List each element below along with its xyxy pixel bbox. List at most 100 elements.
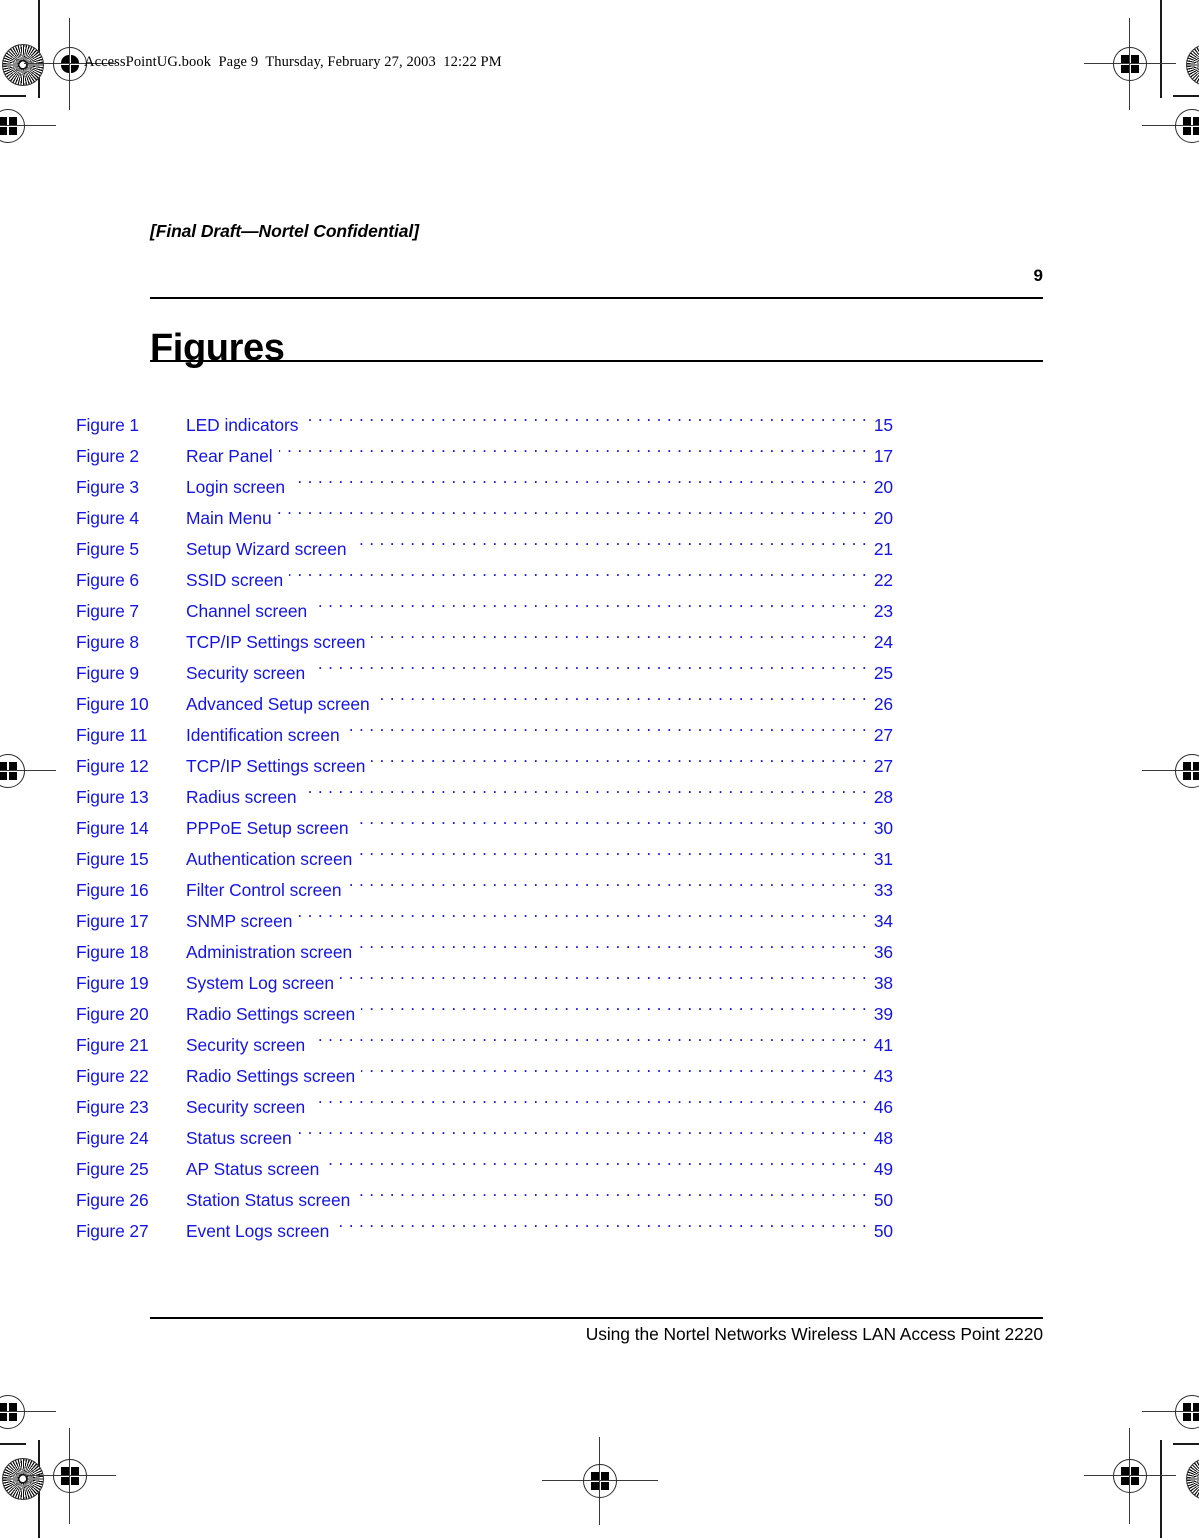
toc-entry-title: Security screen: [186, 1035, 306, 1055]
trim-line-left-bottom: [38, 1440, 40, 1538]
toc-entry-page-number: 21: [873, 539, 893, 559]
trim-tick-right-upper: [1173, 95, 1199, 97]
toc-entry-page-number: 50: [873, 1190, 893, 1210]
toc-entry-label: Figure 12: [76, 756, 149, 776]
toc-dot-leader: [358, 834, 867, 865]
toc-entry-page-number: 36: [873, 942, 893, 962]
toc-dot-leader: [325, 1144, 867, 1175]
toc-entry-title: Status screen: [186, 1128, 292, 1148]
toc-entry-page-number: 27: [873, 725, 893, 745]
toc-entry-page-number: 27: [873, 756, 893, 776]
toc-dot-leader: [340, 958, 867, 989]
toc-entry-page-number: 17: [873, 446, 893, 466]
toc-dot-leader: [291, 462, 867, 493]
toc-entry-label: Figure 24: [76, 1128, 149, 1148]
toc-dot-leader: [311, 1020, 867, 1051]
toc-entry-label: Figure 18: [76, 942, 149, 962]
color-rosette-icon: [1186, 1458, 1199, 1500]
footer-rule: [150, 1317, 1043, 1319]
registration-target-icon: [1084, 18, 1176, 110]
toc-entry-label: Figure 14: [76, 818, 149, 838]
toc-entry-page-number: 25: [873, 663, 893, 683]
toc-entry-page-number: 28: [873, 787, 893, 807]
toc-dot-leader: [313, 586, 867, 617]
toc-entry-label: Figure 1: [76, 415, 139, 435]
toc-entry-title: Administration screen: [186, 942, 353, 962]
toc-dot-leader: [298, 896, 867, 927]
toc-entry-label: Figure 5: [76, 539, 139, 559]
trim-tick-right-lower: [1173, 1443, 1199, 1445]
header-rule-bottom: [150, 360, 1043, 362]
toc-entry-page-number: 15: [873, 415, 893, 435]
color-rosette-icon: [2, 44, 44, 86]
toc-dot-leader: [356, 1175, 867, 1206]
registration-target-icon: [1142, 745, 1199, 797]
toc-entry-page-number: 20: [873, 477, 893, 497]
toc-entry-label: Figure 11: [76, 725, 148, 745]
footer-title: Using the Nortel Networks Wireless LAN A…: [585, 1324, 1043, 1344]
toc-entry-page-number: 38: [873, 973, 893, 993]
registration-target-icon: [0, 100, 56, 152]
toc-dot-leader: [352, 524, 867, 555]
registration-target-icon: [0, 745, 56, 797]
toc-entry-title: Rear Panel: [186, 446, 273, 466]
toc-entry-page-number: 41: [873, 1035, 893, 1055]
toc-entry-page-number: 30: [873, 818, 893, 838]
registration-target-icon: [542, 1437, 658, 1525]
toc-entry-label: Figure 20: [76, 1004, 149, 1024]
toc-entry-label: Figure 16: [76, 880, 149, 900]
toc-entry-label: Figure 19: [76, 973, 149, 993]
toc-dot-leader: [278, 493, 867, 524]
toc-dot-leader: [361, 989, 867, 1020]
toc-entry-title: Security screen: [186, 1097, 306, 1117]
toc-entry-page-number: 22: [873, 570, 893, 590]
color-rosette-icon: [1186, 44, 1199, 86]
toc-entry-label: Figure 23: [76, 1097, 149, 1117]
toc-entry-page-number: 50: [873, 1221, 893, 1241]
page-number-folio: 9: [1033, 266, 1043, 285]
toc-dot-leader: [311, 648, 867, 679]
toc-entry-title: SNMP screen: [186, 911, 293, 931]
toc-dot-leader: [298, 1113, 867, 1144]
toc-entry-page-number: 49: [873, 1159, 893, 1179]
toc-entry-page-number: 31: [873, 849, 893, 869]
toc-entry-label: Figure 13: [76, 787, 149, 807]
toc-entry-page-number: 26: [873, 694, 893, 714]
toc-entry-title: Channel screen: [186, 601, 308, 621]
toc-entry[interactable]: Figure 1LED indicators15: [76, 400, 893, 435]
registration-target-icon: [24, 1428, 116, 1524]
toc-dot-leader: [303, 772, 867, 803]
toc-entry-title: AP Status screen: [186, 1159, 320, 1179]
toc-dot-leader: [279, 431, 867, 462]
toc-entry-title: Login screen: [186, 477, 285, 497]
draft-confidentiality-marker: [Final Draft—Nortel Confidential]: [150, 221, 419, 241]
toc-entry-label: Figure 9: [76, 663, 139, 683]
toc-entry-title: Radius screen: [186, 787, 297, 807]
toc-entry-label: Figure 26: [76, 1190, 149, 1210]
trim-line-left-top: [38, 0, 40, 98]
toc-entry-title: SSID screen: [186, 570, 284, 590]
color-rosette-icon: [2, 1458, 44, 1500]
toc-entry-label: Figure 21: [76, 1035, 149, 1055]
toc-dot-leader: [371, 617, 867, 648]
toc-entry-page-number: 39: [873, 1004, 893, 1024]
toc-entry-label: Figure 27: [76, 1221, 149, 1241]
toc-dot-leader: [354, 803, 867, 834]
toc-dot-leader: [304, 400, 867, 431]
registration-target-icon: [1142, 100, 1199, 152]
toc-entry-title: Main Menu: [186, 508, 272, 528]
toc-entry-page-number: 46: [873, 1097, 893, 1117]
toc-dot-leader: [289, 555, 867, 586]
toc-entry-title: Authentication screen: [186, 849, 353, 869]
registration-target-icon: [0, 1386, 56, 1438]
toc-dot-leader: [376, 679, 867, 710]
toc-entry-label: Figure 15: [76, 849, 149, 869]
toc-entry-title: PPPoE Setup screen: [186, 818, 349, 838]
toc-entry-title: Identification screen: [186, 725, 340, 745]
toc-entry-page-number: 20: [873, 508, 893, 528]
toc-dot-leader: [371, 741, 867, 772]
toc-dot-leader: [346, 710, 867, 741]
trim-line-right-top: [1160, 0, 1162, 98]
trim-line-right-bottom: [1160, 1440, 1162, 1538]
trim-tick-left-lower: [0, 1443, 26, 1445]
